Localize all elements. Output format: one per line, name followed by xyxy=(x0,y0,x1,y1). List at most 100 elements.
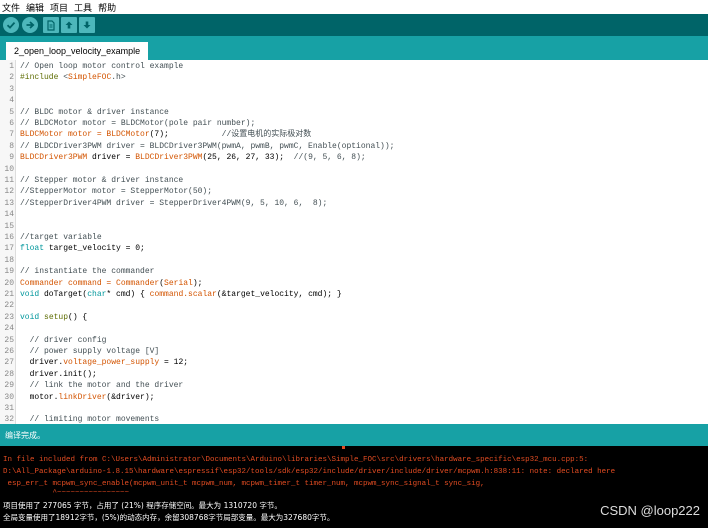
code-text: Commander command = Commander(Serial); xyxy=(20,278,202,289)
code-token: //设置电机的实际极对数 xyxy=(221,130,312,140)
code-token: // BLDC motor & driver instance xyxy=(20,107,169,117)
status-message: 编译完成。 xyxy=(5,431,45,440)
line-number: 19 xyxy=(4,267,14,277)
line-number: 28 xyxy=(4,369,14,379)
code-token: float xyxy=(20,244,45,254)
code-text: //StepperDriver4PWM driver = StepperDriv… xyxy=(20,198,327,209)
open-button[interactable] xyxy=(61,17,77,33)
console-error-line: D:\All_Package\arduino-1.8.15\hardware\e… xyxy=(3,468,616,476)
line-number: 22 xyxy=(4,301,14,311)
new-file-button[interactable] xyxy=(43,17,59,33)
line-number: 23 xyxy=(4,312,14,322)
code-line: 11 // Stepper motor & driver instance xyxy=(0,175,708,186)
code-line: 17 float target_velocity = 0; xyxy=(0,243,708,254)
menu-tools[interactable]: 工具 xyxy=(74,1,92,14)
code-token: BLDCDriver3PWM xyxy=(20,153,88,163)
line-number: 5 xyxy=(9,107,14,117)
code-line: 20 Commander command = Commander(Serial); xyxy=(0,278,708,289)
code-text: //StepperMotor motor = StepperMotor(50); xyxy=(20,186,212,197)
code-line: 2 #include <SimpleFOC.h> xyxy=(0,72,708,83)
code-line: 19 // instantiate the commander xyxy=(0,266,708,277)
code-token: // BLDCMotor motor = BLDCMotor(pole pair… xyxy=(20,119,256,128)
code-line: 12 //StepperMotor motor = StepperMotor(50… xyxy=(0,186,708,197)
code-token: BLDCMotor motor = BLDCMotor xyxy=(20,130,150,140)
code-token: // BLDCDriver3PWM driver = BLDCDriver3PW… xyxy=(20,141,395,151)
code-token: //StepperMotor motor = StepperMotor(50); xyxy=(20,187,213,197)
code-text: driver.voltage_power_supply = 12; xyxy=(20,357,188,368)
line-number: 21 xyxy=(4,290,14,299)
line-number: 10 xyxy=(4,164,14,174)
code-text: //target variable xyxy=(20,232,102,243)
line-number: 26 xyxy=(4,347,14,356)
code-token: setup xyxy=(44,312,69,322)
code-line: 18 xyxy=(0,255,708,266)
code-token: SimpleFOC xyxy=(68,73,112,83)
code-token: .h> xyxy=(111,73,126,83)
code-line: 3 xyxy=(0,84,708,95)
code-text: // limiting motor movements xyxy=(20,414,160,424)
menu-edit[interactable]: 编辑 xyxy=(26,1,44,14)
line-number: 24 xyxy=(4,324,14,334)
line-number: 7 xyxy=(9,130,14,140)
menu-project[interactable]: 项目 xyxy=(50,1,68,14)
code-text: // BLDC motor & driver instance xyxy=(20,107,169,118)
menu-file[interactable]: 文件 xyxy=(2,1,20,14)
code-line: 14 xyxy=(0,209,708,220)
upload-button[interactable] xyxy=(22,17,38,33)
code-text: BLDCMotor motor = BLDCMotor(7); //设置电机的实… xyxy=(20,129,311,140)
code-line: 16 //target variable xyxy=(0,232,708,243)
line-number: 17 xyxy=(4,244,14,254)
code-text: // Stepper motor & driver instance xyxy=(20,175,183,186)
code-line: 1 // Open loop motor control example xyxy=(0,61,708,72)
console-error-line: In file included from C:\Users\Administr… xyxy=(3,456,589,464)
open-icon xyxy=(65,21,73,29)
code-text: // power supply voltage [V] xyxy=(20,346,160,357)
new-file-icon xyxy=(47,19,55,31)
line-number: 31 xyxy=(4,404,14,413)
code-token: //(9, 5, 6, 8); xyxy=(293,153,366,163)
line-number: 14 xyxy=(4,210,14,220)
line-number: 12 xyxy=(4,187,14,197)
menu-help[interactable]: 帮助 xyxy=(98,1,116,14)
line-number: 11 xyxy=(4,176,14,185)
code-line: 30 motor.linkDriver(&driver); xyxy=(0,392,708,403)
tab-sketch[interactable]: 2_open_loop_velocity_example xyxy=(6,42,149,60)
line-number: 13 xyxy=(4,198,14,208)
code-line: 22 xyxy=(0,300,708,311)
code-line: 5 // BLDC motor & driver instance xyxy=(0,107,708,118)
code-token: (25, 26, 27, 33); xyxy=(202,153,294,163)
line-number: 8 xyxy=(9,141,14,151)
line-number: 30 xyxy=(4,392,14,402)
code-text: void doTarget(char* cmd) { command.scala… xyxy=(20,289,342,300)
code-text: float target_velocity = 0; xyxy=(20,243,145,254)
line-number: 32 xyxy=(4,415,14,424)
code-text: driver.init(); xyxy=(20,369,97,380)
line-number: 18 xyxy=(4,255,14,265)
code-token: #include xyxy=(20,73,64,83)
line-number: 6 xyxy=(9,119,14,128)
verify-button[interactable] xyxy=(3,17,19,33)
code-line: 25 // driver config xyxy=(0,335,708,346)
code-token: Commander command = Commander xyxy=(20,278,160,288)
code-token: char xyxy=(87,290,107,299)
code-line: 23 void setup() { xyxy=(0,312,708,323)
code-token: // link the motor and the driver xyxy=(20,381,184,391)
code-line: 10 xyxy=(0,164,708,175)
line-number: 1 xyxy=(9,62,14,71)
code-line: 29 // link the motor and the driver xyxy=(0,380,708,391)
code-text: // link the motor and the driver xyxy=(20,380,184,391)
line-number: 15 xyxy=(4,221,14,231)
code-text: BLDCDriver3PWM driver = BLDCDriver3PWM(2… xyxy=(20,152,366,163)
code-text: // BLDCDriver3PWM driver = BLDCDriver3PW… xyxy=(20,141,394,152)
watermark: CSDN @loop222 xyxy=(600,503,700,518)
code-token: = 12; xyxy=(159,358,189,368)
tab-bar: 2_open_loop_velocity_example xyxy=(0,36,708,60)
code-token: doTarget( xyxy=(39,290,88,299)
code-token: () { xyxy=(68,312,88,322)
code-line: 32 // limiting motor movements xyxy=(0,414,708,424)
save-button[interactable] xyxy=(79,17,95,33)
line-number: 20 xyxy=(4,278,14,288)
code-editor[interactable]: 1 // Open loop motor control example 2 #inc… xyxy=(0,60,708,424)
console-divider-marker xyxy=(342,446,345,449)
verify-icon xyxy=(6,21,16,29)
